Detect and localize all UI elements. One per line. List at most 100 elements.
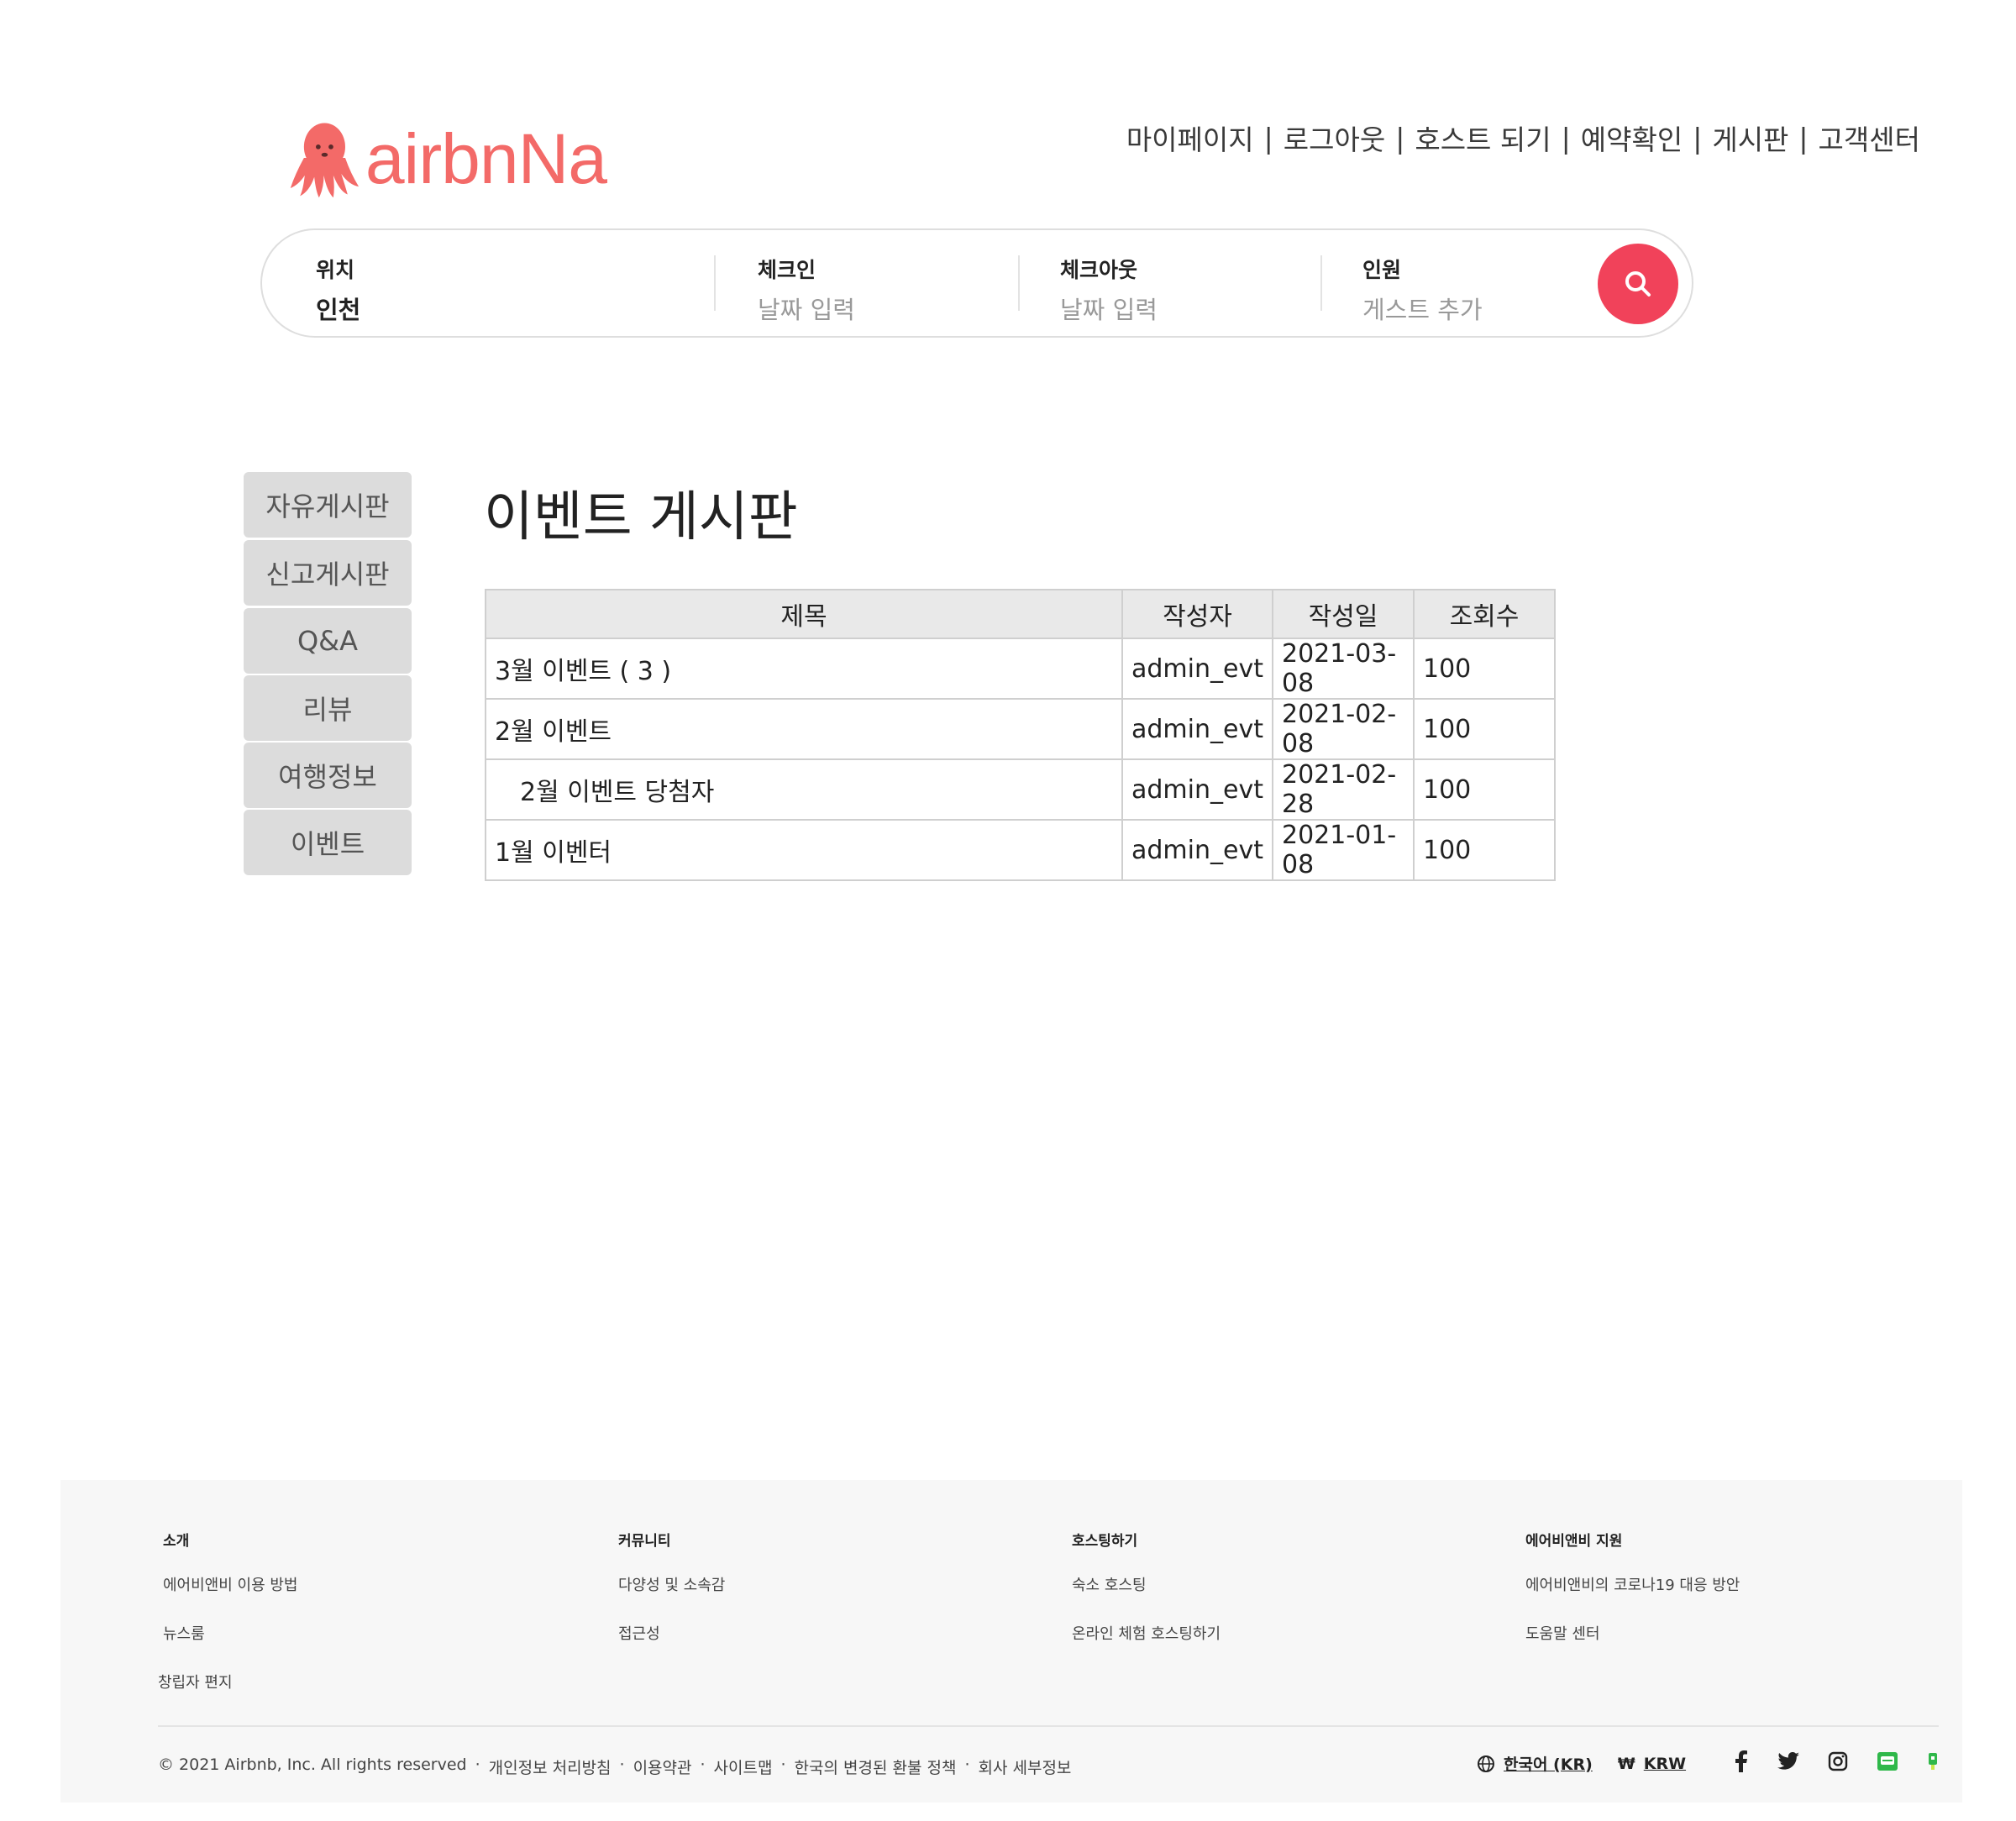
footer-heading: 에어비앤비 지원 xyxy=(1525,1533,1623,1550)
sidebar-item-report-board[interactable]: 신고게시판 xyxy=(244,540,412,606)
post-date: 2021-02-08 xyxy=(1271,698,1415,760)
footer-heading: 소개 xyxy=(163,1533,190,1550)
nav-mypage[interactable]: 마이페이지 xyxy=(1126,118,1254,158)
locale-settings: 한국어 (KR) ₩ KRW xyxy=(1477,1752,1686,1775)
footer-divider xyxy=(158,1725,1939,1727)
post-views: 100 xyxy=(1412,698,1556,760)
legal-dot: · xyxy=(475,1755,480,1774)
footer-heading: 커뮤니티 xyxy=(618,1533,671,1550)
footer: 소개 에어비앤비 이용 방법 뉴스룸 창립자 편지 커뮤니티 다양성 및 소속감… xyxy=(60,1480,1962,1803)
site-logo[interactable]: airbnNa xyxy=(287,113,607,205)
column-views: 조회수 xyxy=(1412,589,1556,639)
currency-symbol: ₩ xyxy=(1617,1754,1635,1773)
nav-reservations[interactable]: 예약확인 xyxy=(1581,118,1683,158)
post-date: 2021-03-08 xyxy=(1271,638,1415,700)
table-header-row: 제목 작성자 작성일 조회수 xyxy=(485,589,1556,639)
nav-separator: | xyxy=(1798,121,1809,155)
footer-heading: 호스팅하기 xyxy=(1072,1533,1138,1550)
octopus-logo-icon xyxy=(290,123,360,198)
footer-column-about: 소개 에어비앤비 이용 방법 뉴스룸 창립자 편지 xyxy=(158,1529,297,1719)
nav-board[interactable]: 게시판 xyxy=(1712,118,1788,158)
guests-input[interactable]: 게스트 추가 xyxy=(1362,291,1581,326)
table-row[interactable]: 1월 이벤터 admin_evt 2021-01-08 100 xyxy=(485,819,1556,881)
legal-link-terms[interactable]: 이용약관 xyxy=(633,1755,692,1778)
sidebar-item-review[interactable]: 리뷰 xyxy=(244,675,412,741)
footer-column-hosting: 호스팅하기 숙소 호스팅 온라인 체험 호스팅하기 xyxy=(1072,1529,1221,1671)
sidebar-item-qna[interactable]: Q&A xyxy=(244,608,412,674)
globe-icon xyxy=(1478,1755,1494,1772)
legal-link-sitemap[interactable]: 사이트맵 xyxy=(714,1755,773,1778)
nav-separator: | xyxy=(1561,121,1571,155)
post-title[interactable]: 1월 이벤터 xyxy=(485,819,1123,881)
search-bar: 위치 인천 체크인 날짜 입력 체크아웃 날짜 입력 인원 게스트 추가 xyxy=(260,228,1693,338)
social-links xyxy=(1732,1750,1967,1772)
legal-link-refund[interactable]: 한국의 변경된 환불 정책 xyxy=(795,1755,957,1778)
location-value[interactable]: 인천 xyxy=(316,291,685,326)
legal-dot: · xyxy=(964,1755,970,1774)
post-title[interactable]: 2월 이벤트 xyxy=(485,698,1123,760)
naver-icon[interactable] xyxy=(1927,1751,1939,1771)
checkin-field[interactable]: 체크인 날짜 입력 xyxy=(758,254,1010,326)
legal-link-privacy[interactable]: 개인정보 처리방침 xyxy=(489,1755,612,1778)
post-date: 2021-02-28 xyxy=(1271,758,1415,821)
legal-dot: · xyxy=(780,1755,786,1774)
instagram-icon[interactable] xyxy=(1828,1751,1848,1771)
line-icon[interactable] xyxy=(1877,1751,1898,1771)
field-divider xyxy=(714,255,716,311)
table-row[interactable]: 2월 이벤트 당첨자 admin_evt 2021-02-28 100 xyxy=(485,758,1556,821)
post-author: admin_evt xyxy=(1121,638,1273,700)
nav-logout[interactable]: 로그아웃 xyxy=(1284,118,1385,158)
checkout-input[interactable]: 날짜 입력 xyxy=(1060,291,1312,326)
post-date: 2021-01-08 xyxy=(1271,819,1415,881)
footer-link[interactable]: 창립자 편지 xyxy=(158,1671,297,1692)
sidebar-item-free-board[interactable]: 자유게시판 xyxy=(244,472,412,538)
currency-selector[interactable]: KRW xyxy=(1644,1755,1686,1773)
facebook-icon[interactable] xyxy=(1732,1750,1749,1772)
footer-link[interactable]: 도움말 센터 xyxy=(1525,1622,1740,1644)
footer-link[interactable]: 접근성 xyxy=(618,1622,725,1644)
location-field[interactable]: 위치 인천 xyxy=(316,254,685,326)
top-nav: 마이페이지 | 로그아웃 | 호스트 되기 | 예약확인 | 게시판 | 고객센… xyxy=(1126,118,1920,158)
sidebar-item-travel-info[interactable]: 여행정보 xyxy=(244,743,412,808)
column-author: 작성자 xyxy=(1121,589,1273,639)
legal-dot: · xyxy=(700,1755,706,1774)
footer-link[interactable]: 뉴스룸 xyxy=(163,1622,297,1644)
search-icon xyxy=(1625,271,1651,297)
field-divider xyxy=(1320,255,1322,311)
table-row[interactable]: 3월 이벤트 ( 3 ) admin_evt 2021-03-08 100 xyxy=(485,638,1556,700)
checkout-label: 체크아웃 xyxy=(1060,258,1138,282)
nav-separator: | xyxy=(1263,121,1273,155)
checkout-field[interactable]: 체크아웃 날짜 입력 xyxy=(1060,254,1312,326)
twitter-icon[interactable] xyxy=(1777,1752,1799,1771)
post-author: admin_evt xyxy=(1121,758,1273,821)
legal-link-company[interactable]: 회사 세부정보 xyxy=(978,1755,1071,1778)
column-title: 제목 xyxy=(485,589,1123,639)
logo-text: airbnNa xyxy=(365,118,607,198)
page-title: 이벤트 게시판 xyxy=(484,486,798,548)
footer-link[interactable]: 에어비앤비 이용 방법 xyxy=(163,1573,297,1595)
guests-field[interactable]: 인원 게스트 추가 xyxy=(1362,254,1581,326)
footer-link[interactable]: 온라인 체험 호스팅하기 xyxy=(1072,1622,1221,1644)
copyright-text: © 2021 Airbnb, Inc. All rights reserved xyxy=(158,1755,467,1774)
checkin-label: 체크인 xyxy=(758,258,816,282)
field-divider xyxy=(1018,255,1020,311)
language-selector[interactable]: 한국어 (KR) xyxy=(1504,1752,1593,1775)
footer-link[interactable]: 다양성 및 소속감 xyxy=(618,1573,725,1595)
footer-link[interactable]: 에어비앤비의 코로나19 대응 방안 xyxy=(1525,1573,1740,1595)
post-author: admin_evt xyxy=(1121,698,1273,760)
search-button[interactable] xyxy=(1598,244,1678,324)
nav-become-host[interactable]: 호스트 되기 xyxy=(1415,118,1551,158)
post-title-reply[interactable]: 2월 이벤트 당첨자 xyxy=(485,758,1123,821)
column-date: 작성일 xyxy=(1271,589,1415,639)
table-row[interactable]: 2월 이벤트 admin_evt 2021-02-08 100 xyxy=(485,698,1556,760)
legal-dot: · xyxy=(619,1755,625,1774)
footer-link[interactable]: 숙소 호스팅 xyxy=(1072,1573,1221,1595)
post-views: 100 xyxy=(1412,819,1556,881)
sidebar-item-event[interactable]: 이벤트 xyxy=(244,810,412,875)
checkin-input[interactable]: 날짜 입력 xyxy=(758,291,1010,326)
post-title[interactable]: 3월 이벤트 ( 3 ) xyxy=(485,638,1123,700)
nav-separator: | xyxy=(1395,121,1405,155)
post-views: 100 xyxy=(1412,638,1556,700)
nav-customer-center[interactable]: 고객센터 xyxy=(1819,118,1920,158)
event-board-table: 제목 작성자 작성일 조회수 3월 이벤트 ( 3 ) admin_evt 20… xyxy=(485,589,1556,881)
